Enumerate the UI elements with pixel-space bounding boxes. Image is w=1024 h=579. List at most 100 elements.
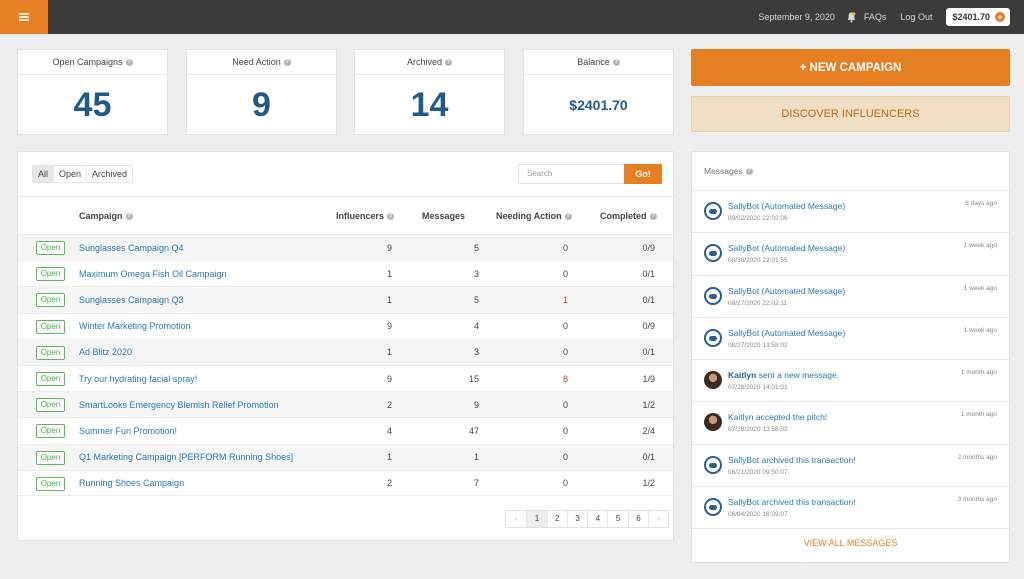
influencers-cell: 4 <box>386 425 392 436</box>
needing-action-cell: 0 <box>562 425 568 436</box>
bot-avatar <box>704 244 722 263</box>
table-row: Open Running Shoes Campaign 2 7 0 1/2 <box>18 469 673 496</box>
campaign-name-link[interactable]: Ad Blitz 2020 <box>79 347 132 357</box>
needing-action-cell: 0 <box>562 268 568 279</box>
completed-cell: 0/1 <box>642 347 655 358</box>
needing-action-cell: 1 <box>562 294 568 305</box>
message-item[interactable]: SallyBot (Automated Message) 08/27/2020 2… <box>692 276 1009 318</box>
status-badge[interactable]: Open <box>36 424 65 439</box>
table-row: Open Summer Fun Promotion! 4 47 0 2/4 <box>18 417 673 443</box>
info-icon: ? <box>745 168 753 176</box>
messages-cell: 5 <box>473 242 479 253</box>
go-button[interactable]: Go! <box>624 164 662 184</box>
header-needing-action[interactable]: Needing Action? <box>496 211 572 221</box>
bot-avatar <box>704 498 722 517</box>
messages-cell: 4 <box>473 321 479 332</box>
page-button-2[interactable]: 2 <box>546 511 567 527</box>
influencers-cell: 9 <box>386 242 392 253</box>
discover-influencers-button[interactable]: DISCOVER INFLUENCERS <box>691 96 1010 132</box>
message-time-ago: 3 months ago <box>957 496 997 504</box>
table-row: Open Sunglasses Campaign Q3 1 5 1 0/1 <box>18 286 673 313</box>
message-item[interactable]: Kaitlyn accepted the pitch! 07/28/2020 13… <box>692 402 1009 445</box>
campaign-name-link[interactable]: Maximum Omega Fish Oil Campaign <box>79 269 227 279</box>
page-button-3[interactable]: 3 <box>566 511 587 527</box>
message-item[interactable]: SallyBot archived this transaction! 06/04… <box>692 487 1009 530</box>
campaign-name-link[interactable]: Q1 Marketing Campaign [PERFORM Running S… <box>79 452 293 462</box>
influencers-cell: 9 <box>386 373 392 384</box>
messages-cell: 5 <box>473 294 479 305</box>
message-item[interactable]: SallyBot (Automated Message) 08/27/2020 1… <box>692 318 1009 361</box>
balance-button[interactable]: $2401.70 + <box>946 8 1010 26</box>
status-badge[interactable]: Open <box>36 476 65 491</box>
page-button-5[interactable]: 5 <box>607 511 627 527</box>
status-badge[interactable]: Open <box>36 450 65 465</box>
message-date: 08/30/2020 22:01:55 <box>728 257 788 265</box>
status-badge[interactable]: Open <box>36 241 65 255</box>
influencers-cell: 2 <box>386 477 392 488</box>
message-date: 06/04/2020 16:09:07 <box>728 511 788 519</box>
message-time-ago: 1 month ago <box>960 411 997 419</box>
message-item[interactable]: SallyBot (Automated Message) 08/30/2020 2… <box>692 233 1009 276</box>
status-badge[interactable]: Open <box>36 371 65 386</box>
campaign-name-link[interactable]: Winter Marketing Promotion <box>79 321 191 331</box>
message-date: 08/27/2020 13:58:02 <box>728 341 788 349</box>
header-campaign[interactable]: Campaign? <box>79 211 133 221</box>
page-button-4[interactable]: 4 <box>587 511 607 527</box>
influencers-cell: 1 <box>386 347 392 358</box>
new-campaign-button[interactable]: + NEW CAMPAIGN <box>691 49 1010 86</box>
view-all-messages-link[interactable]: VIEW ALL MESSAGES <box>692 538 1009 548</box>
logout-link[interactable]: Log Out <box>900 12 932 22</box>
messages-cell: 3 <box>473 268 479 279</box>
message-date: 08/27/2020 22:02:11 <box>728 299 788 307</box>
status-badge[interactable]: Open <box>36 398 65 413</box>
info-icon: ? <box>125 58 133 66</box>
campaign-name-link[interactable]: Sunglasses Campaign Q3 <box>79 295 184 305</box>
message-sender: SallyBot (Automated Message) <box>728 201 846 211</box>
header-messages[interactable]: Messages <box>422 211 465 221</box>
campaign-name-link[interactable]: Running Shoes Campaign <box>79 478 184 488</box>
search-input[interactable]: Search <box>518 164 624 184</box>
stat-label: Open Campaigns <box>52 57 123 67</box>
message-sender: SallyBot (Automated Message) <box>728 243 846 254</box>
messages-title: Messages? <box>704 166 753 176</box>
completed-cell: 0/9 <box>642 242 655 253</box>
needing-action-cell: 0 <box>562 477 568 488</box>
influencers-cell: 9 <box>386 321 392 332</box>
completed-cell: 0/1 <box>642 294 655 305</box>
message-item[interactable]: SallyBot archived this transaction! 06/21… <box>692 445 1009 488</box>
stat-value: $2401.70 <box>569 97 628 113</box>
filter-archived[interactable]: Archived <box>86 166 132 182</box>
filter-open[interactable]: Open <box>53 166 86 182</box>
campaigns-panel: All Open Archived Search Go! Campaign? I… <box>17 151 674 541</box>
status-badge[interactable]: Open <box>36 345 65 360</box>
stat-card-archived: Archived? 14 <box>354 49 505 135</box>
campaign-name-link[interactable]: Summer Fun Promotion! <box>79 426 177 436</box>
page-button-6[interactable]: 6 <box>627 511 648 527</box>
status-badge[interactable]: Open <box>36 267 65 282</box>
messages-cell: 7 <box>473 477 479 488</box>
header-completed[interactable]: Completed? <box>600 211 657 221</box>
prev-page-button[interactable]: ‹ <box>506 511 526 527</box>
completed-cell: 2/4 <box>642 425 655 436</box>
message-item[interactable]: SallyBot (Automated Message) 09/02/2020 2… <box>692 191 1009 234</box>
message-item[interactable]: Kaitlyn sent a new message. 07/28/2020 14… <box>692 360 1009 403</box>
message-time-ago: 1 week ago <box>963 284 997 292</box>
completed-cell: 0/1 <box>642 268 655 279</box>
bell-icon[interactable] <box>847 11 856 23</box>
stat-card-need-action: Need Action? 9 <box>186 49 337 135</box>
campaign-name-link[interactable]: Sunglasses Campaign Q4 <box>79 243 184 253</box>
page-button-1[interactable]: 1 <box>526 511 547 527</box>
campaign-name-link[interactable]: SmartLooks Emergency Blemish Relief Prom… <box>79 400 279 410</box>
menu-button[interactable] <box>0 0 48 34</box>
next-page-button[interactable]: › <box>648 511 668 527</box>
faqs-link[interactable]: FAQs <box>864 12 887 22</box>
messages-cell: 15 <box>468 373 479 384</box>
campaign-table-body: Open Sunglasses Campaign Q4 9 5 0 0/9 Open Maxi… <box>18 234 673 496</box>
message-sender: SallyBot archived this transaction! <box>728 497 856 508</box>
header-influencers[interactable]: Influencers? <box>336 211 395 221</box>
needing-action-cell: 0 <box>562 347 568 358</box>
campaign-name-link[interactable]: Try our hydrating facial spray! <box>79 374 197 384</box>
status-badge[interactable]: Open <box>36 319 65 334</box>
filter-all[interactable]: All <box>33 166 54 182</box>
status-badge[interactable]: Open <box>36 293 65 308</box>
